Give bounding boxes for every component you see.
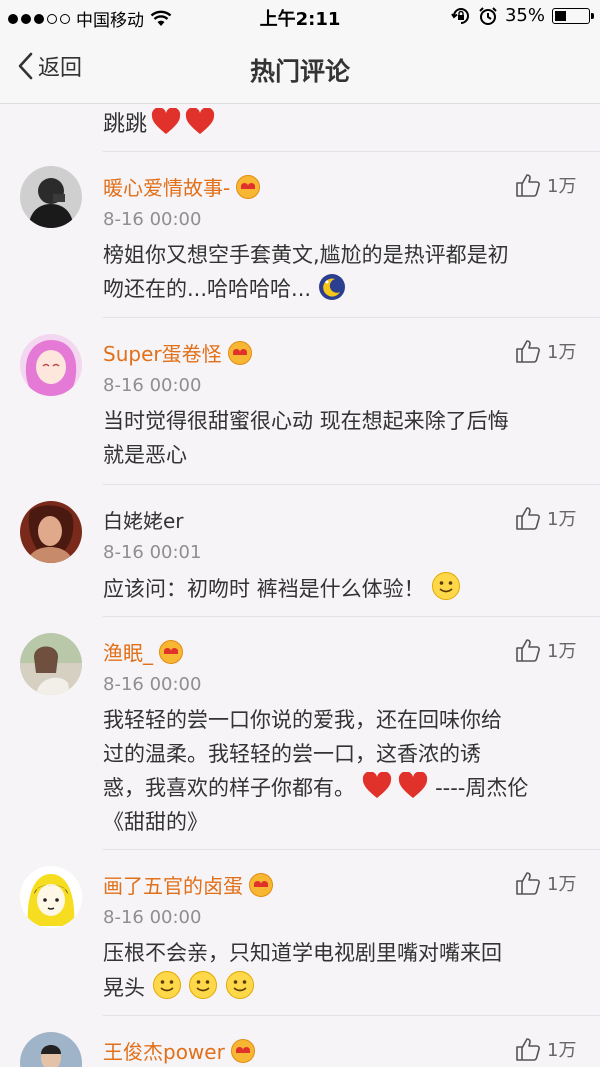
like-button[interactable]: 1万 (515, 1036, 576, 1062)
comment-time: 8-16 00:00 (103, 674, 202, 695)
comment-time: 8-16 00:00 (103, 375, 202, 396)
username-row: 王俊杰power (103, 1036, 255, 1065)
avatar[interactable] (20, 866, 82, 928)
comment-text-line: 当时觉得很甜蜜很心动 现在想起来除了后悔 (103, 409, 509, 433)
comment-text-content: 跳跳 (103, 112, 148, 137)
username-row: 暖心爱情故事- (103, 172, 261, 201)
comment-text-line-group: 惑，我喜欢的样子你都有。 ----周杰伦 (103, 771, 578, 805)
alarm-icon (479, 6, 497, 25)
like-count: 1万 (547, 509, 577, 530)
battery-level-fill (555, 10, 566, 21)
comment-text: 榜姐你又想空手套黄文,尴尬的是热评都是初 吻还在的...哈哈哈哈... (103, 238, 578, 306)
like-button[interactable]: 1万 (515, 505, 576, 531)
lock-rotation-icon (451, 7, 469, 24)
comment-text-line: 惑，我喜欢的样子你都有。 (103, 776, 355, 800)
comment-item: Super蛋卷怪 1万 8-16 00:00 当时觉得很甜蜜很心动 现在想起来除… (0, 318, 600, 485)
comment-list[interactable]: 跳跳 暖心爱情故事- 1万 8-16 00:00 榜姐你又想空手套黄文,尴尬的是… (0, 104, 600, 1067)
comment-text-line-group: 应该问：初吻时 裤裆是什么体验！ (103, 571, 578, 606)
comment-text: 我轻轻的尝一口你说的爱我，还在回味你给 过的温柔。我轻轻的尝一口，这香浓的诱 惑… (103, 703, 578, 839)
thumbs-up-icon (516, 1038, 540, 1061)
username-row: 画了五官的卤蛋 (103, 870, 273, 899)
comment-item: 王俊杰power 1万 (0, 1016, 600, 1067)
comment-text-line: 就是恶心 (103, 443, 187, 467)
avatar[interactable] (20, 633, 82, 695)
comment-text-line: 榜姐你又想空手套黄文,尴尬的是热评都是初 (103, 243, 509, 267)
comment-text-line: 应该问：初吻时 裤裆是什么体验！ (103, 577, 425, 601)
like-button[interactable]: 1万 (515, 338, 576, 364)
like-count: 1万 (547, 1040, 577, 1061)
comment-text-line: 晃头 (103, 976, 145, 1000)
like-button[interactable]: 1万 (515, 172, 576, 198)
username-row: 白姥姥er (103, 505, 184, 534)
like-count: 1万 (547, 874, 577, 895)
like-count: 1万 (547, 641, 577, 662)
avatar[interactable] (20, 166, 82, 228)
comment-item: 暖心爱情故事- 1万 8-16 00:00 榜姐你又想空手套黄文,尴尬的是热评都… (0, 152, 600, 318)
username-row: 渔眠_ (103, 637, 183, 666)
like-button[interactable]: 1万 (515, 870, 576, 896)
username[interactable]: 白姥姥er (103, 505, 184, 534)
battery-icon (552, 7, 594, 24)
heart-emoji-icon (185, 108, 215, 134)
username[interactable]: Super蛋卷怪 (103, 338, 222, 367)
comment-time: 8-16 00:00 (103, 907, 202, 928)
navigation-bar: 返回 热门评论 (0, 34, 600, 104)
comment-text: 应该问：初吻时 裤裆是什么体验！ (103, 571, 578, 606)
heart-emoji-icon (399, 772, 428, 798)
member-badge-icon (227, 340, 252, 365)
status-bar: 中国移动 上午2:11 35% (0, 0, 600, 34)
like-count: 1万 (547, 176, 577, 197)
thumbs-up-icon (516, 639, 540, 662)
comment-text-line: 我轻轻的尝一口你说的爱我，还在回味你给 (103, 708, 502, 732)
comment-text-line: 吻还在的...哈哈哈哈... (103, 277, 312, 301)
username[interactable]: 暖心爱情故事- (103, 172, 230, 201)
thumbs-up-icon (516, 174, 540, 197)
comment-text-line: 压根不会亲，只知道学电视剧里嘴对嘴来回 (103, 941, 502, 965)
username[interactable]: 画了五官的卤蛋 (103, 870, 243, 899)
username-row: Super蛋卷怪 (103, 338, 252, 367)
smile-emoji-icon (432, 572, 461, 600)
username[interactable]: 王俊杰power (103, 1036, 225, 1065)
thumbs-up-icon (516, 340, 540, 363)
comment-text: 当时觉得很甜蜜很心动 现在想起来除了后悔 就是恶心 (103, 404, 578, 472)
comment-time: 8-16 00:00 (103, 209, 202, 230)
comment-text-line: 《甜甜的》 (103, 810, 208, 834)
member-badge-icon (230, 1038, 255, 1063)
comment-text-line: ----周杰伦 (435, 776, 529, 800)
avatar[interactable] (20, 1032, 82, 1067)
smile-emoji-icon (189, 971, 218, 999)
comment-item: 白姥姥er 1万 8-16 00:01 应该问：初吻时 裤裆是什么体验！ (0, 485, 600, 617)
avatar[interactable] (20, 334, 82, 396)
heart-emoji-icon (362, 772, 391, 798)
username[interactable]: 渔眠_ (103, 637, 153, 666)
member-badge-icon (249, 872, 273, 897)
comment-time: 8-16 00:01 (103, 542, 202, 563)
smile-emoji-icon (226, 971, 255, 999)
comment-text: 压根不会亲，只知道学电视剧里嘴对嘴来回 晃头 (103, 936, 578, 1005)
member-badge-icon (236, 174, 261, 199)
thumbs-up-icon (516, 872, 540, 895)
comment-text: 跳跳 (103, 106, 215, 138)
status-right: 35% (451, 5, 594, 26)
thumbs-up-icon (516, 507, 540, 530)
smile-emoji-icon (152, 971, 181, 999)
comment-item: 渔眠_ 1万 8-16 00:00 我轻轻的尝一口你说的爱我，还在回味你给 过的… (0, 617, 600, 850)
page-title: 热门评论 (249, 57, 350, 86)
comment-text-line: 过的温柔。我轻轻的尝一口，这香浓的诱 (103, 742, 481, 766)
comment-text-line-group: 晃头 (103, 970, 578, 1005)
moon-emoji-icon (318, 274, 345, 300)
comment-text-line-group: 吻还在的...哈哈哈哈... (103, 272, 578, 306)
comment-item-partial: 跳跳 (0, 104, 600, 152)
member-badge-icon (159, 639, 183, 664)
heart-emoji-icon (151, 108, 181, 134)
like-button[interactable]: 1万 (515, 637, 576, 663)
avatar[interactable] (20, 501, 82, 563)
battery-percent: 35% (504, 5, 545, 26)
comment-item: 画了五官的卤蛋 1万 8-16 00:00 压根不会亲，只知道学电视剧里嘴对嘴来… (0, 850, 600, 1016)
like-count: 1万 (547, 342, 577, 363)
